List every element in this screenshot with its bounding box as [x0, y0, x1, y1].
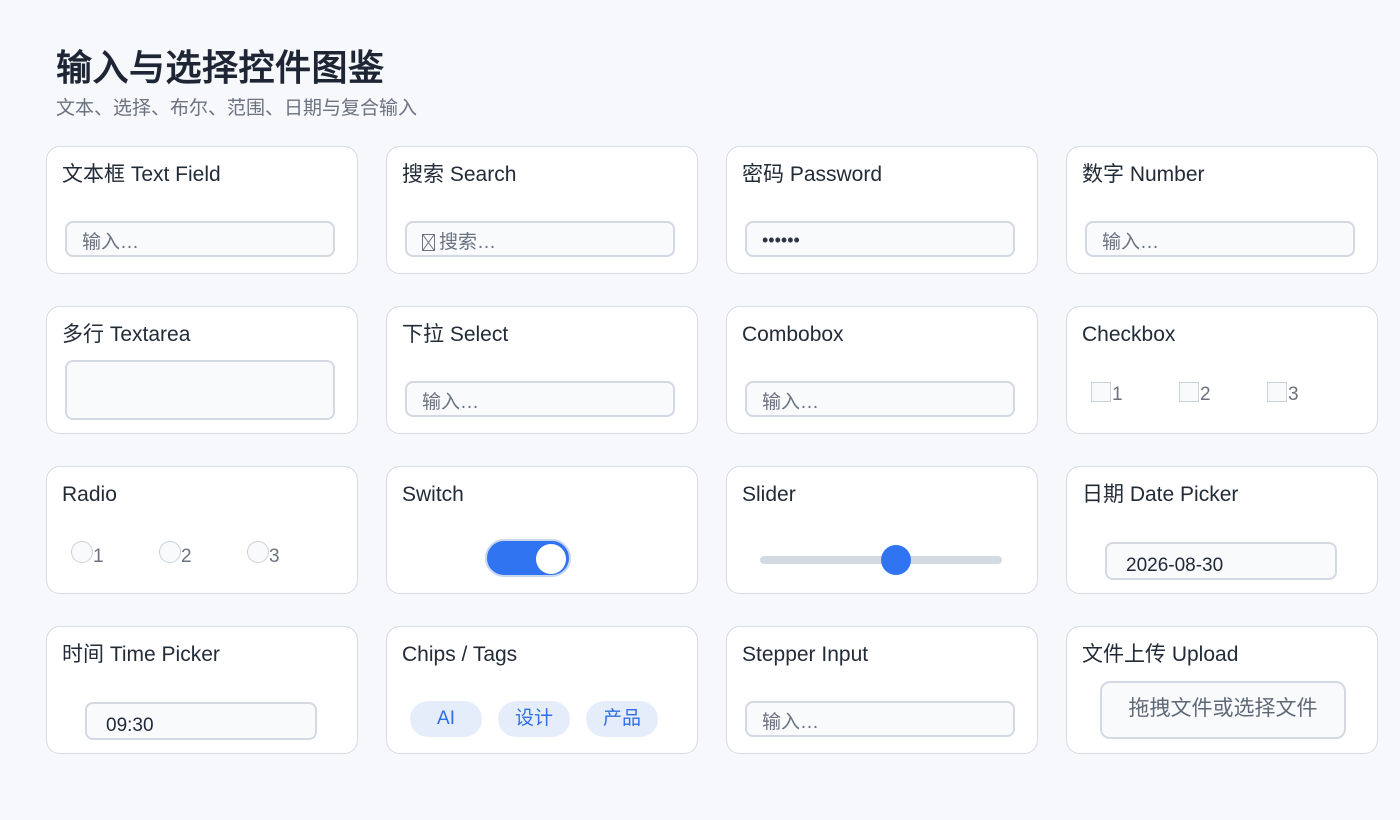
stepper-input[interactable]: 输入… — [745, 701, 1015, 737]
time-value: 09:30 — [106, 715, 154, 736]
card-label: Stepper Input — [742, 643, 869, 666]
page-title: 输入与选择控件图鉴 — [56, 47, 385, 88]
card-textarea: 多行 Textarea — [46, 306, 358, 434]
card-combobox: Combobox 输入… — [726, 306, 1038, 434]
select-placeholder: 输入… — [422, 392, 480, 413]
card-label: 多行 Textarea — [62, 323, 191, 346]
card-time-picker: 时间 Time Picker 09:30 — [46, 626, 358, 754]
text-field-placeholder: 输入… — [82, 232, 140, 253]
checkbox-label: 2 — [1200, 384, 1211, 405]
radio-circle[interactable] — [159, 541, 181, 563]
chip-ai[interactable]: AI — [410, 701, 482, 737]
card-stepper: Stepper Input 输入… — [726, 626, 1038, 754]
card-label: Switch — [402, 483, 464, 506]
card-label: 搜索 Search — [402, 163, 517, 186]
upload-dropzone[interactable]: 拖拽文件或选择文件 — [1100, 681, 1346, 739]
card-label: Chips / Tags — [402, 643, 518, 666]
text-field-input[interactable]: 输入… — [65, 221, 335, 257]
radio-circle[interactable] — [71, 541, 93, 563]
card-label: Checkbox — [1082, 323, 1176, 346]
page-subtitle: 文本、选择、布尔、范围、日期与复合输入 — [56, 98, 418, 119]
checkbox-box[interactable] — [1091, 382, 1111, 402]
radio-option-2[interactable]: 2 — [159, 541, 192, 566]
switch-knob — [536, 544, 566, 574]
date-value: 2026-08-30 — [1126, 555, 1224, 576]
chip-product[interactable]: 产品 — [586, 701, 658, 737]
card-checkbox: Checkbox 1 2 3 — [1066, 306, 1378, 434]
checkbox-label: 1 — [1112, 384, 1123, 405]
checkbox-label: 3 — [1288, 384, 1299, 405]
select-dropdown[interactable]: 输入… — [405, 381, 675, 417]
textarea-input[interactable] — [65, 360, 335, 420]
card-date-picker: 日期 Date Picker 2026-08-30 — [1066, 466, 1378, 594]
combobox-input[interactable]: 输入… — [745, 381, 1015, 417]
password-input[interactable]: •••••• — [745, 221, 1015, 257]
search-placeholder: 搜索… — [439, 232, 497, 253]
card-label: 下拉 Select — [402, 323, 509, 346]
slider-thumb[interactable] — [880, 545, 911, 575]
card-slider: Slider — [726, 466, 1038, 594]
card-select: 下拉 Select 输入… — [386, 306, 698, 434]
checkbox-box[interactable] — [1179, 382, 1199, 402]
card-label: 数字 Number — [1082, 163, 1205, 186]
search-input[interactable]: 搜索… — [405, 221, 675, 257]
card-label: 文本框 Text Field — [62, 163, 221, 186]
card-chips: Chips / Tags AI 设计 产品 — [386, 626, 698, 754]
toggle-switch[interactable] — [485, 539, 571, 577]
checkbox-option-2[interactable]: 2 — [1179, 382, 1211, 404]
number-placeholder: 输入… — [1102, 232, 1160, 253]
card-label: Slider — [742, 483, 796, 506]
card-number: 数字 Number 输入… — [1066, 146, 1378, 274]
card-search: 搜索 Search 搜索… — [386, 146, 698, 274]
card-password: 密码 Password •••••• — [726, 146, 1038, 274]
stepper-placeholder: 输入… — [762, 712, 820, 733]
time-picker-input[interactable]: 09:30 — [85, 702, 317, 740]
search-box-icon — [422, 234, 435, 251]
card-text-field: 文本框 Text Field 输入… — [46, 146, 358, 274]
radio-option-3[interactable]: 3 — [247, 541, 280, 566]
card-radio: Radio 1 2 3 — [46, 466, 358, 594]
password-value: •••••• — [762, 230, 800, 250]
card-label: 密码 Password — [742, 163, 883, 186]
card-switch: Switch — [386, 466, 698, 594]
card-label: Radio — [62, 483, 117, 506]
chip-design[interactable]: 设计 — [498, 701, 570, 737]
card-label: 文件上传 Upload — [1082, 643, 1239, 666]
card-upload: 文件上传 Upload 拖拽文件或选择文件 — [1066, 626, 1378, 754]
number-input[interactable]: 输入… — [1085, 221, 1355, 257]
card-label: 日期 Date Picker — [1082, 483, 1239, 506]
card-label: Combobox — [742, 323, 844, 346]
radio-label: 3 — [269, 546, 280, 567]
radio-label: 1 — [93, 546, 104, 567]
radio-option-1[interactable]: 1 — [71, 541, 104, 566]
radio-circle[interactable] — [247, 541, 269, 563]
card-label: 时间 Time Picker — [62, 643, 220, 666]
combobox-placeholder: 输入… — [762, 392, 820, 413]
checkbox-box[interactable] — [1267, 382, 1287, 402]
date-picker-input[interactable]: 2026-08-30 — [1105, 542, 1337, 580]
radio-label: 2 — [181, 546, 192, 567]
checkbox-option-3[interactable]: 3 — [1267, 382, 1299, 404]
checkbox-option-1[interactable]: 1 — [1091, 382, 1123, 404]
